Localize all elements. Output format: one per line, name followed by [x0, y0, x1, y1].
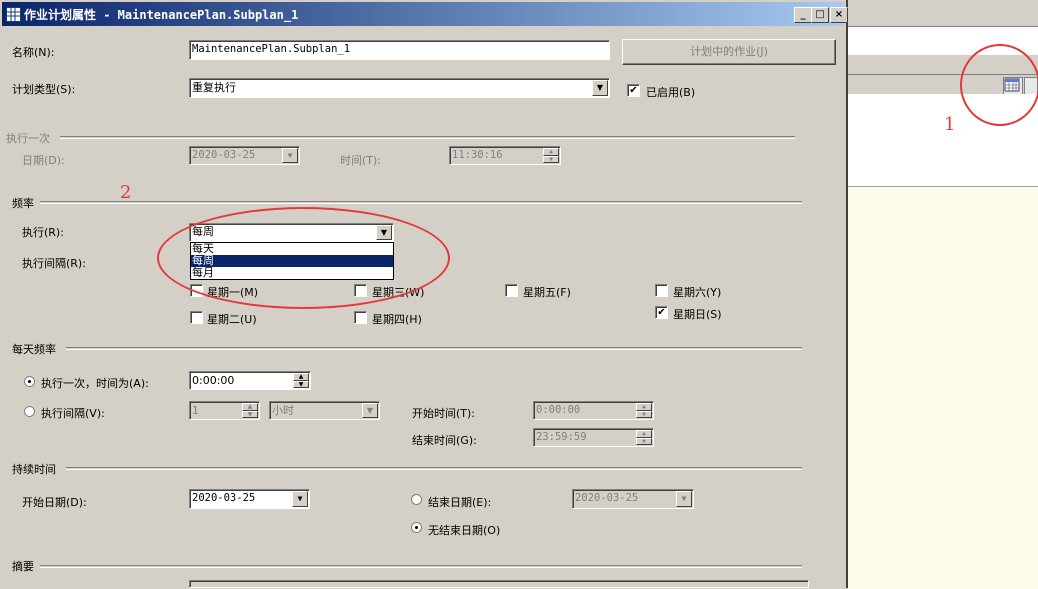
one-time-divider: [60, 136, 795, 139]
spinner-arrows-icon[interactable]: ▲ ▼: [293, 373, 309, 388]
chevron-down-icon[interactable]: ▼: [592, 80, 608, 96]
occurs-every-unit-select[interactable]: 小时 ▼: [269, 401, 380, 420]
occurs-every-interval-value: 1: [192, 404, 199, 417]
chevron-down-icon[interactable]: ▼: [292, 491, 308, 507]
enabled-checkbox[interactable]: ✔: [627, 84, 640, 97]
occurs-every-interval-spinner[interactable]: 1 ▲ ▼: [189, 401, 260, 420]
annotation-circle-1: [960, 44, 1038, 126]
minimize-button[interactable]: _: [794, 7, 812, 23]
frequency-section-title: 频率: [12, 197, 34, 210]
duration-divider: [66, 467, 802, 470]
chevron-down-icon[interactable]: ▼: [282, 148, 298, 163]
end-date-value: 2020-03-25: [575, 492, 639, 504]
summary-description-field[interactable]: [189, 580, 809, 588]
occurs-once-time-value: 0:00:00: [192, 374, 235, 387]
occurs-every-radio[interactable]: [24, 406, 35, 417]
schedule-type-label: 计划类型(S):: [12, 83, 76, 96]
schedule-properties-dialog: 作业计划属性 - MaintenancePlan.Subplan_1 _ □ ×…: [0, 0, 848, 588]
thursday-checkbox[interactable]: [354, 311, 367, 324]
saturday-label: 星期六(Y): [673, 286, 722, 299]
chevron-down-icon[interactable]: ▼: [362, 403, 378, 418]
summary-section-title: 摘要: [12, 560, 34, 573]
end-date-radio[interactable]: [411, 494, 422, 505]
recur-every-label: 执行间隔(R):: [22, 257, 86, 270]
spinner-arrows-icon[interactable]: ▲ ▼: [242, 403, 258, 418]
summary-divider: [40, 565, 802, 568]
start-time-label: 开始时间(T):: [412, 407, 476, 420]
duration-section-title: 持续时间: [12, 463, 56, 476]
saturday-checkbox[interactable]: [655, 284, 668, 297]
sunday-label: 星期日(S): [673, 308, 722, 321]
sunday-checkbox[interactable]: ✔: [655, 306, 668, 319]
start-date-picker[interactable]: 2020-03-25 ▼: [189, 489, 310, 509]
tuesday-label: 星期二(U): [207, 313, 257, 326]
window-title: 作业计划属性 - MaintenancePlan.Subplan_1: [24, 8, 299, 22]
occurs-label: 执行(R):: [22, 226, 64, 239]
enabled-label: 已启用(B): [646, 86, 696, 99]
one-time-section-title: 执行一次: [6, 132, 50, 145]
daily-frequency-section-title: 每天频率: [12, 343, 56, 356]
occurs-once-time-spinner[interactable]: 0:00:00 ▲ ▼: [189, 371, 311, 390]
end-date-label: 结束日期(E):: [428, 496, 492, 509]
friday-label: 星期五(F): [523, 286, 571, 299]
start-time-value: 0:00:00: [536, 404, 581, 416]
end-time-spinner[interactable]: 23:59:59 ▲ ▼: [533, 428, 654, 447]
annotation-number-2: 2: [120, 182, 132, 203]
occurs-every-label: 执行间隔(V):: [41, 407, 105, 420]
tuesday-checkbox[interactable]: [190, 311, 203, 324]
name-label: 名称(N):: [12, 46, 55, 59]
spinner-arrows-icon[interactable]: ▲ ▼: [636, 403, 652, 418]
chevron-down-icon[interactable]: ▼: [676, 491, 692, 507]
close-button[interactable]: ×: [830, 7, 848, 23]
schedule-type-select[interactable]: 重复执行 ▼: [189, 78, 610, 98]
one-time-date-picker[interactable]: 2020-03-25 ▼: [189, 146, 300, 165]
annotation-number-1: 1: [944, 114, 956, 135]
start-date-value: 2020-03-25: [192, 492, 256, 504]
name-field[interactable]: MaintenancePlan.Subplan_1: [189, 40, 610, 60]
one-time-time-label: 时间(T):: [340, 154, 382, 167]
end-time-value: 23:59:59: [536, 431, 587, 443]
annotation-circle-2: [157, 207, 450, 309]
title-bar[interactable]: 作业计划属性 - MaintenancePlan.Subplan_1 _ □ ×: [2, 2, 848, 26]
one-time-time-spinner[interactable]: 11:30:16 ▲ ▼: [449, 146, 561, 165]
friday-checkbox[interactable]: [505, 284, 518, 297]
spinner-arrows-icon[interactable]: ▲ ▼: [636, 430, 652, 445]
daily-frequency-divider: [66, 347, 802, 350]
schedule-type-value: 重复执行: [192, 81, 236, 94]
occurs-every-unit-value: 小时: [272, 404, 294, 417]
spinner-arrows-icon[interactable]: ▲ ▼: [543, 148, 559, 163]
occurs-once-label: 执行一次，时间为(A):: [41, 377, 149, 390]
start-time-spinner[interactable]: 0:00:00 ▲ ▼: [533, 401, 654, 420]
no-end-date-radio[interactable]: [411, 522, 422, 533]
jobs-in-schedule-button[interactable]: 计划中的作业(J): [622, 39, 836, 65]
window-grid-icon: [6, 7, 21, 22]
one-time-date-value: 2020-03-25: [192, 149, 256, 161]
one-time-date-label: 日期(D):: [22, 154, 65, 167]
end-time-label: 结束时间(G):: [412, 434, 477, 447]
thursday-label: 星期四(H): [372, 313, 422, 326]
frequency-divider: [40, 201, 802, 204]
end-date-picker[interactable]: 2020-03-25 ▼: [572, 489, 694, 509]
occurs-once-radio[interactable]: [24, 376, 35, 387]
start-date-label: 开始日期(D):: [22, 496, 87, 509]
no-end-date-label: 无结束日期(O): [428, 524, 501, 537]
one-time-time-value: 11:30:16: [452, 149, 503, 161]
maximize-button[interactable]: □: [811, 7, 829, 23]
background-design-surface: [848, 186, 1038, 589]
